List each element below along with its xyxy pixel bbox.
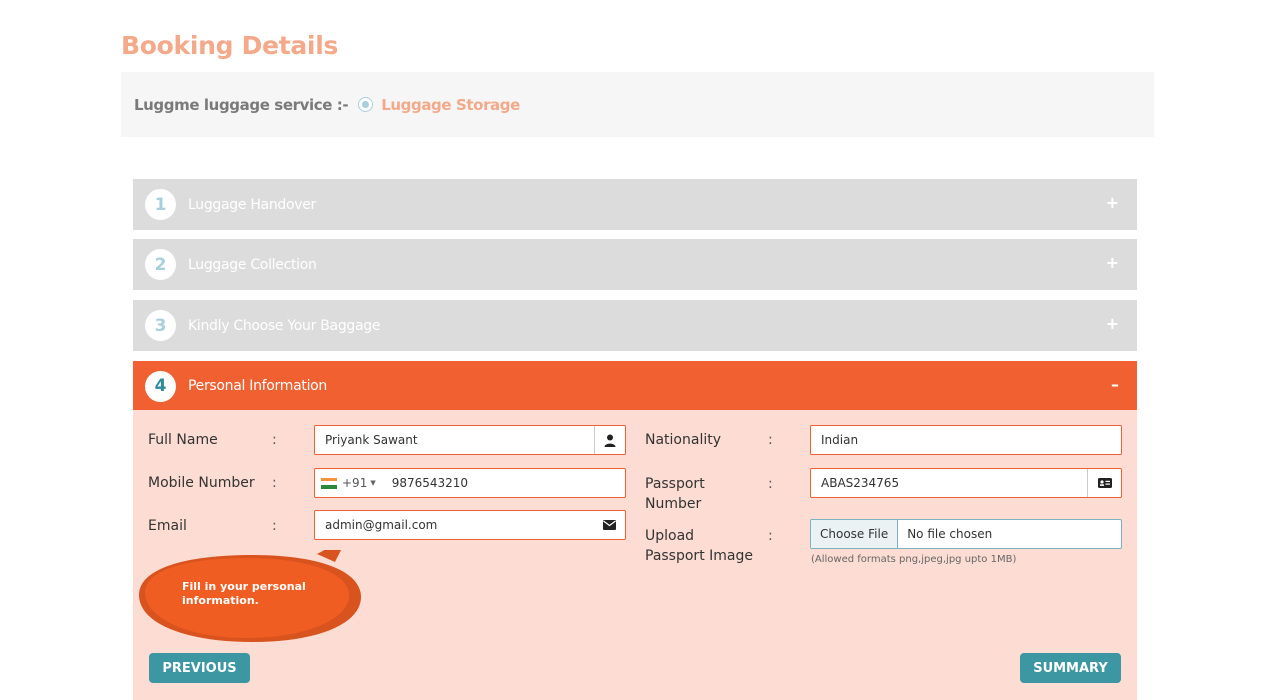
choose-file-button[interactable]: Choose File xyxy=(811,520,899,548)
colon: : xyxy=(272,432,277,448)
luggage-storage-option[interactable]: Luggage Storage xyxy=(381,96,520,114)
step-title: Luggage Handover xyxy=(188,196,317,213)
service-bar: Luggme luggage service :- Luggage Storag… xyxy=(121,72,1154,137)
tooltip-text: Fill in your personal information. xyxy=(182,580,306,607)
colon: : xyxy=(768,528,773,544)
expand-icon[interactable]: + xyxy=(1106,314,1119,333)
passport-number-input[interactable]: ABAS234765 xyxy=(810,468,1122,498)
summary-button[interactable]: SUMMARY xyxy=(1020,653,1121,683)
expand-icon[interactable]: + xyxy=(1106,193,1119,212)
step-title: Luggage Collection xyxy=(188,256,317,273)
passport-image-label: Upload Passport Image xyxy=(645,526,753,566)
step-choose-baggage[interactable]: 3 Kindly Choose Your Baggage + xyxy=(133,300,1137,351)
passport-number-label-line2: Number xyxy=(645,496,702,512)
passport-number-value: ABAS234765 xyxy=(821,476,900,490)
india-flag-icon[interactable] xyxy=(321,477,337,489)
nationality-input[interactable]: Indian xyxy=(810,425,1122,455)
step-number: 2 xyxy=(145,249,176,280)
email-label: Email xyxy=(148,518,187,534)
step-number: 4 xyxy=(145,370,176,402)
mobile-input[interactable]: +91 ▼ 9876543210 xyxy=(314,468,626,498)
colon: : xyxy=(272,475,277,491)
step-luggage-handover[interactable]: 1 Luggage Handover + xyxy=(133,179,1137,230)
luggage-storage-radio[interactable] xyxy=(358,97,374,112)
colon: : xyxy=(768,476,773,492)
passport-number-label: Passport Number xyxy=(645,474,705,514)
full-name-label: Full Name xyxy=(148,432,218,448)
previous-button[interactable]: PREVIOUS xyxy=(149,653,250,683)
colon: : xyxy=(768,432,773,448)
step-personal-information[interactable]: 4 Personal Information – xyxy=(133,361,1137,411)
passport-image-label-line2: Passport Image xyxy=(645,548,753,564)
radio-dot xyxy=(362,101,370,108)
step-title: Personal Information xyxy=(188,378,328,394)
step-luggage-collection[interactable]: 2 Luggage Collection + xyxy=(133,239,1137,290)
step-number: 1 xyxy=(145,189,176,220)
passport-number-label-line1: Passport xyxy=(645,476,705,492)
expand-icon[interactable]: + xyxy=(1106,253,1119,272)
collapse-icon[interactable]: – xyxy=(1111,375,1119,394)
file-status: No file chosen xyxy=(907,527,993,541)
email-input[interactable]: admin@gmail.com xyxy=(314,510,626,540)
caret-down-icon[interactable]: ▼ xyxy=(370,479,375,487)
user-icon xyxy=(594,426,625,454)
email-value: admin@gmail.com xyxy=(325,518,438,532)
full-name-value: Priyank Sawant xyxy=(325,433,418,447)
step-number: 3 xyxy=(145,310,176,341)
step-title: Kindly Choose Your Baggage xyxy=(188,317,381,334)
colon: : xyxy=(272,518,277,534)
id-card-icon xyxy=(1087,469,1121,497)
passport-image-file-input[interactable]: Choose File No file chosen xyxy=(810,519,1122,549)
nationality-label: Nationality xyxy=(645,432,722,448)
dial-code[interactable]: +91 xyxy=(342,476,367,490)
envelope-icon xyxy=(594,511,625,539)
file-format-hint: (Allowed formats png,jpeg,jpg upto 1MB) xyxy=(811,554,1017,565)
page-title: Booking Details xyxy=(121,31,339,60)
passport-image-label-line1: Upload xyxy=(645,528,695,544)
nationality-value: Indian xyxy=(821,433,859,447)
mobile-value: 9876543210 xyxy=(391,476,469,490)
mobile-label: Mobile Number xyxy=(148,475,255,491)
service-label: Luggme luggage service :- xyxy=(134,95,349,114)
full-name-input[interactable]: Priyank Sawant xyxy=(314,425,626,455)
